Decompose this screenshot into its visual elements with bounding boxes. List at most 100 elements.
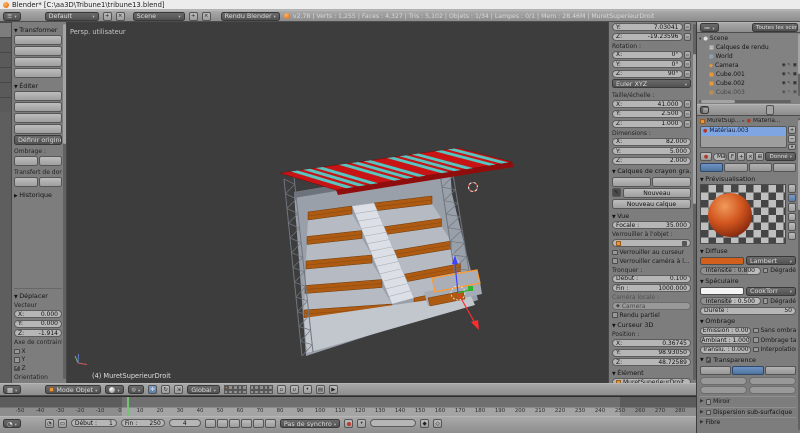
keying-mode-select[interactable]: [357, 419, 366, 428]
shading-value-field[interactable]: Ambiant : 1.000: [700, 336, 751, 344]
outliner-row[interactable]: Calques de rendu ◉ ↖ ▣: [697, 43, 800, 52]
layer-button[interactable]: [242, 390, 247, 395]
view-panel-header[interactable]: Vue: [612, 212, 691, 220]
play-reverse-button[interactable]: [229, 419, 240, 428]
preview-range-toggle[interactable]: ◔: [45, 419, 54, 428]
scale-field[interactable]: X:41.000: [612, 100, 683, 108]
collapsed-panel-header[interactable]: Dispersion sub-surfacique: [700, 407, 796, 418]
transparency-panel-header[interactable]: Transparence: [700, 356, 796, 364]
cursor-position-field[interactable]: X:0.36745: [612, 339, 691, 347]
grease-pencil-panel-header[interactable]: Calques de crayon gra...: [612, 167, 691, 175]
outliner-row[interactable]: Cube.003 ◉ ↖ ▣: [697, 88, 800, 97]
lock-object-field[interactable]: [612, 239, 691, 247]
lock-icon[interactable]: [684, 70, 691, 78]
transparency-enable-checkbox[interactable]: [706, 357, 712, 363]
renderable-camera-icon[interactable]: ▣: [793, 81, 797, 86]
fake-user-button[interactable]: F: [728, 152, 736, 161]
gpencil-source-toggle[interactable]: [652, 177, 691, 187]
preview-cube-button[interactable]: [788, 203, 797, 212]
transparency-field[interactable]: [749, 377, 796, 385]
visibility-eye-icon[interactable]: ◉: [782, 63, 786, 68]
shading-button[interactable]: [39, 156, 63, 166]
material-type-tab[interactable]: [724, 163, 747, 172]
scale-field[interactable]: Y:2.500: [612, 110, 683, 118]
keying-set-field[interactable]: [370, 419, 416, 427]
tool-button[interactable]: [14, 113, 62, 123]
toolshelf-tab[interactable]: [0, 82, 11, 97]
transparency-field[interactable]: [700, 386, 747, 394]
shading-value-field[interactable]: Translu. : 0.000: [700, 346, 751, 354]
vector-value-field[interactable]: Z:-1.914: [14, 329, 62, 337]
operator-panel-header[interactable]: Déplacer: [14, 292, 62, 300]
lock-icon[interactable]: [684, 23, 691, 31]
tab-render-icon[interactable]: [709, 105, 717, 115]
jump-to-start-button[interactable]: [205, 419, 216, 428]
toolshelf-scrollbar[interactable]: [63, 24, 66, 379]
dimension-field[interactable]: X:82.000: [612, 138, 691, 146]
local-camera-field[interactable]: ◆Camera: [612, 302, 691, 310]
toolshelf-tab[interactable]: [0, 97, 11, 112]
lock-icon[interactable]: [684, 110, 691, 118]
material-slot-list[interactable]: Matériau.003: [700, 126, 787, 148]
add-scene-button[interactable]: [189, 12, 198, 21]
toolshelf-tab[interactable]: [0, 22, 11, 37]
frame-end-field[interactable]: Fin :250: [121, 419, 165, 427]
collapsed-panel-header[interactable]: Fibre: [700, 417, 796, 428]
data-transfer-button[interactable]: [14, 177, 38, 187]
transform-orientation-select[interactable]: Global: [187, 385, 220, 394]
auto-keyframe-record-button[interactable]: [344, 419, 353, 428]
remove-slot-button[interactable]: −: [788, 135, 796, 143]
clip-end-field[interactable]: Fin :1000.000: [612, 284, 691, 292]
tab-object-icon[interactable]: [742, 105, 750, 115]
frame-lock-icon[interactable]: ▭: [58, 419, 67, 428]
vector-value-field[interactable]: X:0.000: [14, 310, 62, 318]
preview-monkey-button[interactable]: [788, 213, 797, 222]
visibility-eye-icon[interactable]: ◉: [782, 81, 786, 86]
panel-enable-checkbox[interactable]: [706, 399, 712, 405]
material-name-field[interactable]: Maté: [713, 153, 727, 161]
visibility-eye-icon[interactable]: ◉: [782, 72, 786, 77]
shading-toggle[interactable]: Interpolation...: [753, 346, 796, 353]
editor-type-button-3dview[interactable]: ▦: [3, 385, 21, 394]
delete-keyframe-icon[interactable]: ◇: [433, 419, 442, 428]
gpencil-source-toggle[interactable]: [612, 177, 651, 187]
material-link-select[interactable]: Donné: [765, 152, 796, 161]
preview-hair-button[interactable]: [788, 222, 797, 231]
cursor-position-field[interactable]: Z:48.72589: [612, 358, 691, 366]
constraint-axis-toggle[interactable]: X: [14, 348, 62, 355]
shading-toggle[interactable]: Sans ombrage: [753, 327, 796, 334]
material-type-tab[interactable]: [700, 163, 723, 172]
specular-color-swatch[interactable]: [700, 287, 744, 295]
gpencil-new-layer-button[interactable]: Nouveau calque: [612, 199, 691, 209]
vector-value-field[interactable]: Y:0.000: [14, 320, 62, 328]
constraint-axis-toggle[interactable]: Z: [14, 365, 62, 372]
editor-type-button-timeline[interactable]: ◔: [3, 419, 21, 428]
render-border-toggle[interactable]: Rendu partiel: [612, 312, 691, 319]
transparency-mode-button[interactable]: [732, 366, 763, 375]
tab-scene-icon[interactable]: [726, 105, 734, 115]
constraint-axis-toggle[interactable]: Y: [14, 356, 62, 363]
tab-physics-icon[interactable]: [790, 105, 798, 115]
tab-data-icon[interactable]: [758, 105, 766, 115]
preview-panel-header[interactable]: Prévisualisation: [700, 175, 796, 183]
diffuse-intensity-slider[interactable]: Intensité : 0.800: [700, 267, 761, 275]
viewport-shading-select[interactable]: [105, 385, 123, 394]
play-button[interactable]: [241, 419, 252, 428]
shading-panel-header[interactable]: Ombrage: [700, 317, 796, 325]
tab-texture-icon[interactable]: [774, 105, 782, 115]
shading-button[interactable]: [14, 156, 38, 166]
render-opengl-button[interactable]: ▤: [316, 385, 325, 394]
specular-ramp-toggle[interactable]: Dégradé: [763, 298, 796, 305]
eyedropper-icon[interactable]: [682, 241, 687, 246]
tab-particles-icon[interactable]: [782, 105, 790, 115]
shading-value-field[interactable]: Émission : 0.00: [700, 327, 751, 335]
panel-header-editer[interactable]: Éditer: [14, 82, 62, 90]
selectable-arrow-icon[interactable]: ↖: [787, 90, 791, 95]
transparency-mode-button[interactable]: [765, 366, 796, 375]
outliner-row[interactable]: Cube.002 ◉ ↖ ▣: [697, 79, 800, 88]
add-slot-button[interactable]: [788, 126, 796, 134]
snap-magnet-icon[interactable]: ∪: [290, 385, 299, 394]
manipulator-scale-toggle[interactable]: ⇲: [174, 385, 183, 394]
toolshelf-tab[interactable]: [0, 37, 11, 52]
tool-button[interactable]: [14, 91, 62, 101]
